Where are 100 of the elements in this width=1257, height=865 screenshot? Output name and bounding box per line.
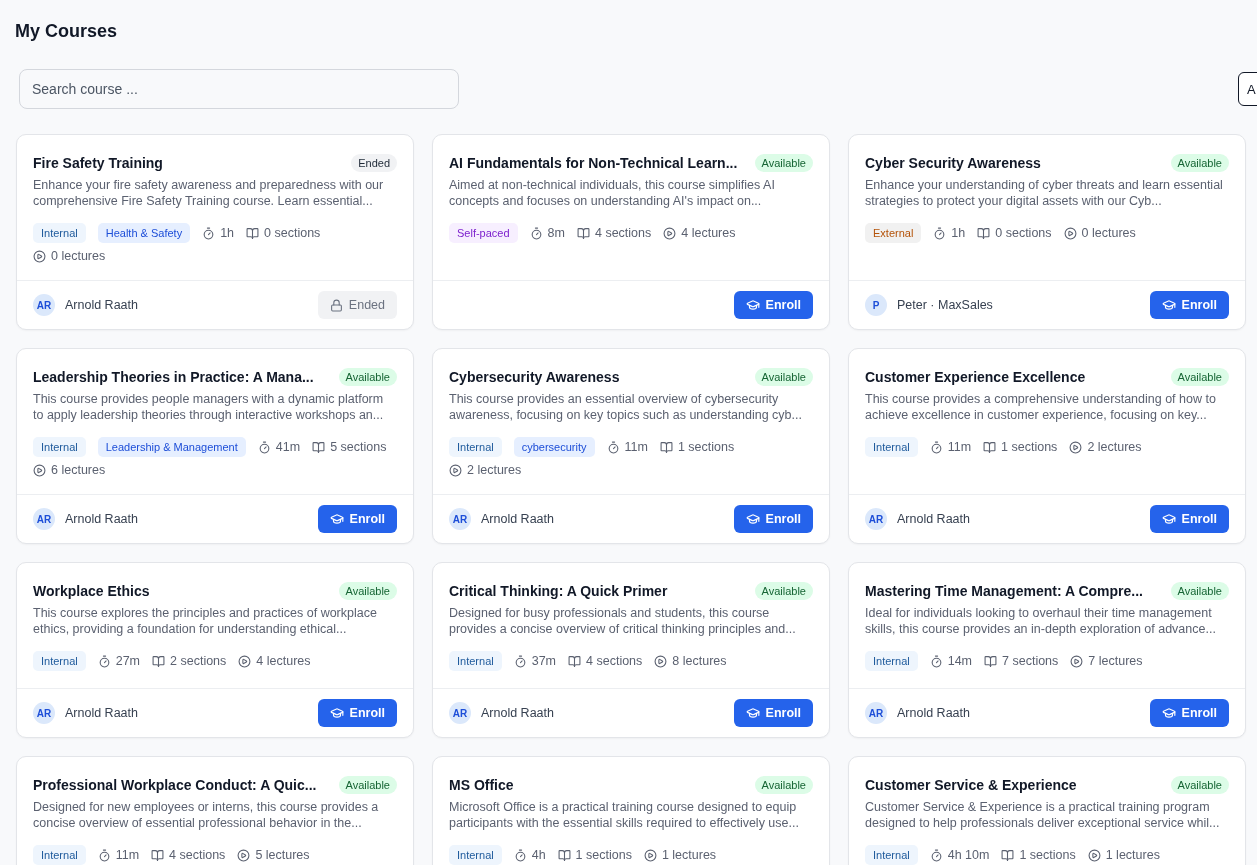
book-icon: [151, 848, 165, 862]
section-count: 7 sections: [1002, 654, 1059, 668]
section-count: 0 sections: [995, 226, 1052, 240]
instructor-avatar: AR: [33, 702, 55, 724]
page-title: My Courses: [15, 20, 119, 42]
play-icon: [238, 654, 252, 668]
course-duration: 41m: [275, 440, 301, 454]
enroll-button[interactable]: Enroll: [733, 699, 813, 727]
course-description: Designed for busy professionals and students, this course provides a concise overview of critical thinking principles and...: [449, 605, 797, 637]
course-title: Cyber Security Awareness: [865, 154, 1041, 173]
section-count: 2 sections: [170, 654, 227, 668]
course-description: Customer Service & Experience is a practical training program designed to help professionals deliver exceptional service whil...: [865, 799, 1221, 831]
status-badge: Available: [754, 368, 813, 386]
section-count: 4 sections: [594, 226, 652, 240]
instructor-name: Arnold Raath: [65, 298, 138, 312]
lecture-count: 0 lectures: [51, 249, 106, 263]
course-description: This course explores the principles and practices of workplace ethics, providing a foundation for understanding ethical...: [33, 605, 378, 637]
course-tag: Self-paced: [449, 223, 518, 243]
enroll-button[interactable]: Enroll: [317, 699, 397, 727]
graduation-cap-icon: [745, 706, 760, 720]
lecture-count: 1 lectures: [1105, 848, 1160, 862]
timer-icon: [513, 848, 527, 862]
course-tag: Internal: [865, 845, 918, 865]
book-icon: [576, 226, 590, 240]
course-description: Microsoft Office is a practical training course designed to equip participants with the essential skills required to effectively use...: [449, 799, 800, 831]
play-icon: [654, 654, 668, 668]
section-count: 4 sections: [586, 654, 643, 668]
book-icon: [659, 440, 673, 454]
status-badge: Available: [338, 776, 397, 794]
course-tag: Internal: [33, 223, 86, 243]
course-title: Customer Experience Excellence: [865, 368, 1086, 387]
course-tag: Internal: [449, 437, 502, 457]
status-badge: Available: [1170, 582, 1229, 600]
lecture-count: 8 lectures: [672, 654, 727, 668]
course-tag: Leadership & Management: [97, 437, 246, 457]
play-icon: [33, 249, 46, 263]
instructor-name: Peter · MaxSales: [897, 298, 993, 312]
course-duration: 4h 10m: [947, 848, 990, 862]
status-badge: Available: [754, 776, 813, 794]
play-icon: [449, 463, 462, 477]
play-icon: [1070, 654, 1084, 668]
course-duration: 11m: [947, 440, 972, 454]
timer-icon: [929, 440, 943, 454]
timer-icon: [933, 226, 947, 240]
course-title: Fire Safety Training: [33, 154, 163, 173]
enroll-button[interactable]: Enroll: [1149, 291, 1229, 319]
course-duration: 37m: [531, 654, 557, 668]
lock-icon: [329, 298, 343, 312]
play-icon: [1063, 226, 1077, 240]
lecture-count: 4 lectures: [256, 654, 311, 668]
course-tag: External: [865, 223, 922, 243]
book-icon: [152, 654, 166, 668]
enroll-button[interactable]: Enroll: [1149, 505, 1229, 533]
course-title: MS Office: [449, 776, 514, 795]
book-icon: [977, 226, 991, 240]
section-count: 0 sections: [264, 226, 321, 240]
ended-button[interactable]: Ended: [317, 291, 397, 319]
instructor-name: Arnold Raath: [897, 512, 970, 526]
section-count: 1 sections: [1001, 440, 1058, 454]
lecture-count: 2 lectures: [1087, 440, 1142, 454]
enroll-button[interactable]: Enroll: [317, 505, 397, 533]
enroll-button[interactable]: Enroll: [733, 505, 813, 533]
enroll-button[interactable]: Enroll: [1149, 699, 1229, 727]
course-title: Customer Service & Experience: [865, 776, 1077, 795]
search-field[interactable]: Search course ...: [19, 69, 459, 109]
course-duration: 11m: [115, 848, 140, 862]
course-duration: 1h: [951, 226, 966, 240]
graduation-cap-icon: [1161, 298, 1176, 312]
course-title: Critical Thinking: A Quick Primer: [449, 582, 668, 601]
course-duration: 27m: [115, 654, 141, 668]
course-title: Professional Workplace Conduct: A Quic...: [33, 776, 317, 795]
instructor-avatar: AR: [865, 702, 887, 724]
enroll-button[interactable]: Enroll: [733, 291, 813, 319]
lecture-count: 1 lectures: [661, 848, 717, 862]
lecture-count: 2 lectures: [467, 463, 522, 477]
book-icon: [557, 848, 571, 862]
instructor-avatar: AR: [449, 702, 471, 724]
course-description: Ideal for individuals looking to overhaul their time management skills, this course provides an in-depth exploration of advance...: [865, 605, 1217, 637]
status-badge: Available: [754, 582, 813, 600]
course-title: Cybersecurity Awareness: [449, 368, 620, 387]
course-description: This course provides people managers with a dynamic platform to apply leadership theories through interactive workshops an...: [33, 391, 385, 423]
section-count: 1 sections: [677, 440, 735, 454]
instructor-name: Arnold Raath: [65, 706, 138, 720]
book-icon: [246, 226, 260, 240]
toolbar-button[interactable]: A: [1238, 72, 1257, 106]
play-icon: [237, 848, 251, 862]
course-duration: 1h: [220, 226, 235, 240]
course-title: Leadership Theories in Practice: A Mana...: [33, 368, 314, 387]
course-duration: 14m: [947, 654, 973, 668]
graduation-cap-icon: [1161, 512, 1176, 526]
timer-icon: [257, 440, 271, 454]
book-icon: [983, 440, 997, 454]
play-icon: [33, 463, 46, 477]
course-duration: 4h: [531, 848, 546, 862]
timer-icon: [606, 440, 620, 454]
timer-icon: [202, 226, 216, 240]
graduation-cap-icon: [1161, 706, 1176, 720]
book-icon: [984, 654, 998, 668]
instructor-name: Arnold Raath: [481, 706, 554, 720]
status-badge: Available: [754, 154, 813, 172]
